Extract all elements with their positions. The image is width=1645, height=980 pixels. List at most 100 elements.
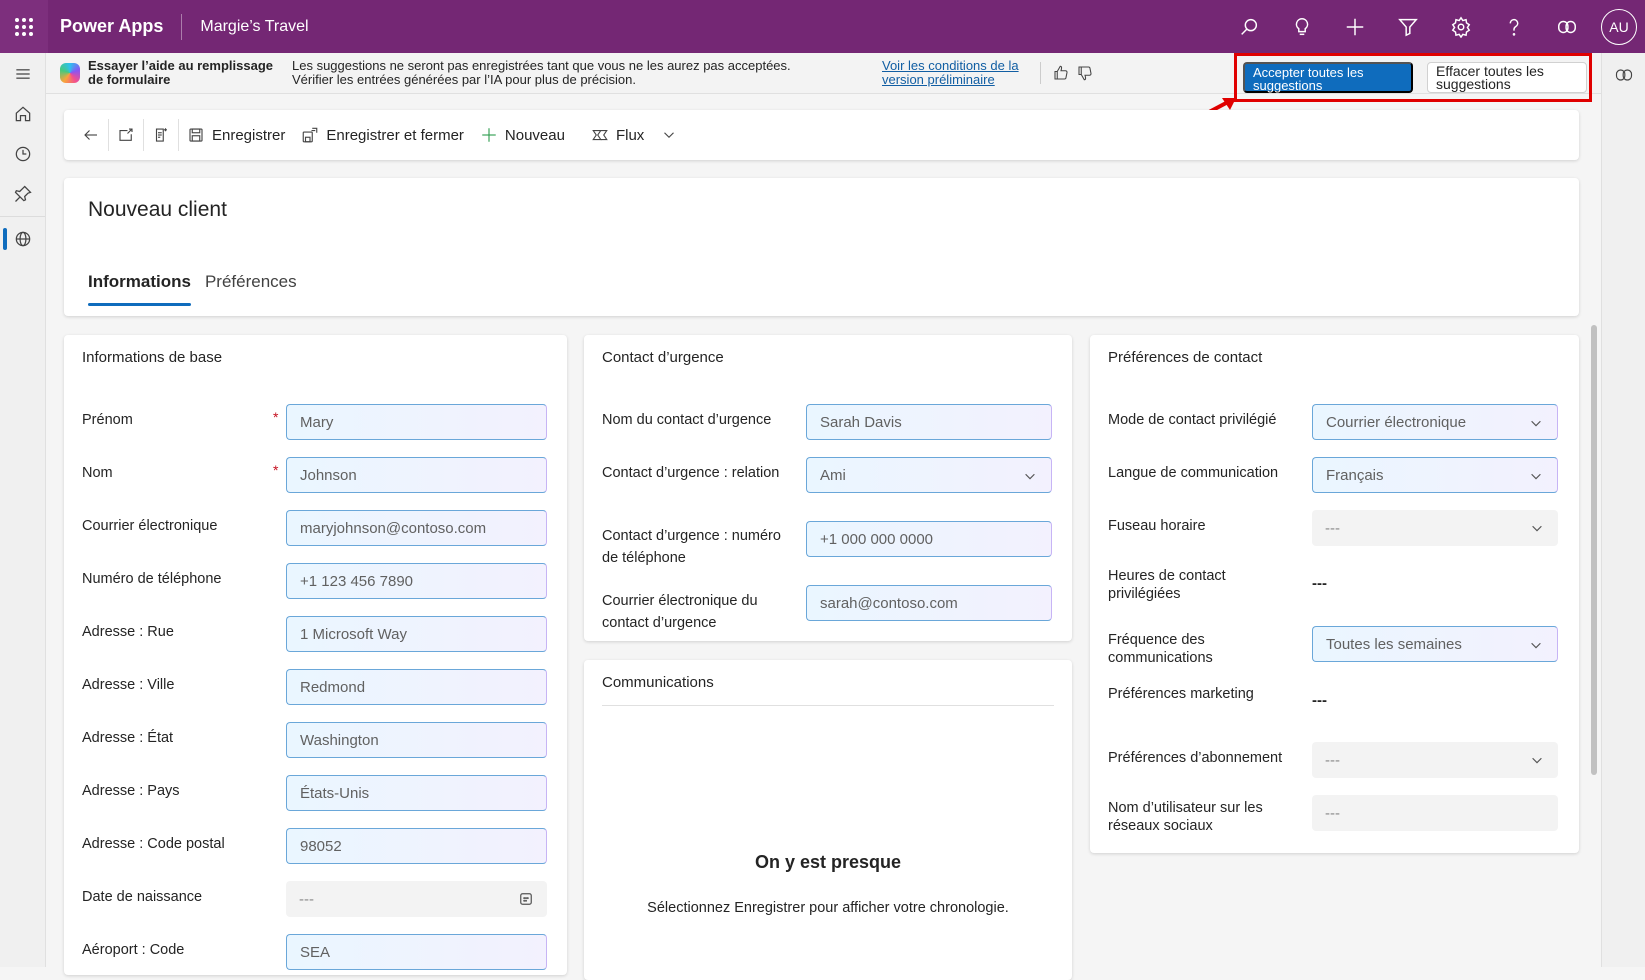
field-value: Ami [820,466,846,484]
field-value: Toutes les semaines [1326,635,1462,653]
form-fill-assist-button[interactable] [144,110,178,160]
thumbs-down-button[interactable] [1073,61,1097,85]
thumbs-up-button[interactable] [1049,61,1073,85]
timeline-empty-title: On y est presque [754,852,902,872]
filter-button[interactable] [1381,0,1434,53]
field-time-zone: Fuseau horaire [1108,515,1298,537]
nav-recent[interactable] [0,134,46,174]
field-value: Johnson [300,466,357,484]
field-label: Fuseau horaire [1108,518,1206,534]
ideas-button[interactable] [1275,0,1328,53]
nav-globe-area[interactable] [0,219,46,259]
emergency-phone-input[interactable]: +1 000 000 0000 [806,521,1052,557]
help-button[interactable] [1487,0,1540,53]
social-username-input[interactable]: --- [1312,795,1558,831]
chevron-down-icon [1531,420,1541,427]
banner-message-line-2: Vérifier les entrées générées par l’IA p… [292,72,636,87]
copilot-button[interactable] [1540,0,1593,53]
user-avatar[interactable]: AU [1601,8,1637,45]
preferred-contact-hours-value[interactable]: --- [1312,575,1327,592]
dropdown-chevron [1023,469,1037,483]
communication-language-select[interactable]: Français [1312,457,1558,493]
nav-menu-toggle[interactable] [0,54,46,94]
field-value: +1 123 456 7890 [300,572,414,590]
app-launcher-button[interactable] [0,0,48,53]
more-commands-button[interactable] [652,110,686,160]
field-value: États-Unis [300,784,370,802]
field-label: Adresse : Ville [82,677,175,693]
chevron-down-icon [664,132,675,139]
section-title: Préférences de contact [1108,349,1263,366]
time-zone-select[interactable]: --- [1312,510,1558,546]
last-name-input[interactable]: Johnson [286,457,547,493]
accept-all-suggestions-button[interactable]: Accepter toutes les suggestions [1243,62,1413,93]
field-value: 1 Microsoft Way [300,625,407,643]
emergency-name-input[interactable]: Sarah Davis [806,404,1052,440]
field-marketing-preferences: Préférences marketing [1108,683,1298,705]
clear-all-suggestions-button[interactable]: Effacer toutes les suggestions [1427,62,1587,93]
email-input[interactable]: maryjohnson@contoso.com [286,510,547,546]
field-emergency-phone: Contact d’urgence : numéro de téléphone [602,525,797,569]
dropdown-chevron [1529,638,1543,652]
postal-code-input[interactable]: 98052 [286,828,547,864]
settings-button[interactable] [1434,0,1487,53]
new-button[interactable] [1328,0,1381,53]
pin-icon [14,185,32,202]
save-and-close-button[interactable]: Enregistrer et fermer [293,110,472,160]
dropdown-chevron [1530,521,1544,535]
phone-input[interactable]: +1 123 456 7890 [286,563,547,599]
main-scrollbar[interactable] [1591,325,1597,775]
section-title: Communications [602,674,714,691]
search-button[interactable] [1222,0,1275,53]
field-label: Courrier électronique [82,518,218,534]
app-name[interactable]: Power Apps [60,16,163,37]
flow-button[interactable]: Flux [583,110,652,160]
communication-frequency-select[interactable]: Toutes les semaines [1312,626,1558,662]
field-label: Contact d’urgence : numéro de téléphone [602,528,781,566]
field-value: Washington [300,731,379,749]
save-button[interactable]: Enregistrer [179,110,293,160]
first-name-input[interactable]: Mary [286,404,547,440]
thumbs-up-icon [1054,65,1068,80]
tab-preferences[interactable]: Préférences [205,272,297,306]
nav-home[interactable] [0,94,46,134]
tab-informations[interactable]: Informations [88,272,191,306]
field-label: Langue de communication [1108,465,1279,481]
new-record-button[interactable]: Nouveau [472,110,573,160]
globe-icon [15,231,31,247]
environment-name[interactable]: Margie’s Travel [200,18,308,36]
preview-terms-link[interactable]: Voir les conditions de la version prélim… [882,59,1032,87]
command-bar: Enregistrer Enregistrer et fermer Nouvea… [64,110,1579,160]
field-communication-language: Langue de communication [1108,462,1298,484]
back-button[interactable] [74,110,108,160]
country-input[interactable]: États-Unis [286,775,547,811]
flow-label: Flux [615,126,645,144]
marketing-preferences-value[interactable]: --- [1312,692,1327,709]
save-and-close-icon [303,127,318,143]
calendar-button[interactable] [519,892,533,906]
required-indicator: * [273,462,279,478]
field-emergency-relation: Contact d’urgence : relation [602,462,792,484]
field-preferred-contact-method: Mode de contact privilégié [1108,409,1298,431]
street-input[interactable]: 1 Microsoft Way [286,616,547,652]
airport-code-input[interactable]: SEA [286,934,547,970]
subscription-preferences-select[interactable]: --- [1312,742,1558,778]
field-label: Adresse : Rue [82,624,174,640]
settings-icon [1451,16,1470,38]
nav-pinned[interactable] [0,174,46,214]
birth-date-input[interactable]: --- [286,881,547,917]
emergency-email-input[interactable]: sarah@contoso.com [806,585,1052,621]
open-in-new-window-icon [119,128,133,141]
open-in-new-window-button[interactable] [109,110,143,160]
state-input[interactable]: Washington [286,722,547,758]
emergency-relation-select[interactable]: Ami [806,457,1052,493]
preferred-contact-method-select[interactable]: Courrier électronique [1312,404,1558,440]
field-first-name: Prénom [82,409,133,431]
header-divider [181,13,183,40]
copilot-pane-button[interactable] [1602,53,1645,97]
basic-info-section: Informations de base Prénom * Mary Nom *… [64,335,567,975]
required-indicator: * [273,409,279,425]
chevron-down-icon [1025,473,1035,480]
city-input[interactable]: Redmond [286,669,547,705]
chevron-down-icon [1531,642,1541,649]
